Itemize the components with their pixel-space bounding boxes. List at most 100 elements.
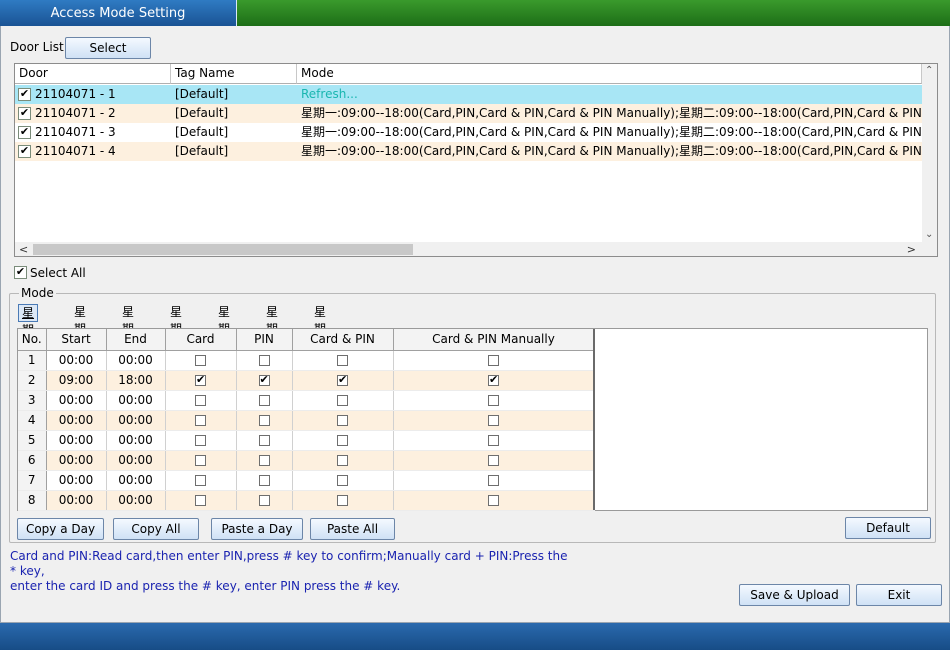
mode-checkbox[interactable] — [258, 395, 270, 406]
day-tab[interactable]: 星期四 — [166, 304, 186, 353]
mode-checkbox[interactable] — [337, 455, 348, 466]
select-button[interactable]: Select — [65, 37, 151, 59]
door-checkbox[interactable]: ✔ — [18, 144, 31, 158]
start-time-cell[interactable]: 09:00 — [46, 370, 107, 391]
schedule-row: 6 00:00 00:00 — [18, 450, 595, 471]
door-name: 21104071 - 2 — [35, 106, 116, 120]
start-time-cell[interactable]: 00:00 — [46, 490, 107, 511]
mode-checkbox[interactable]: ✔ — [488, 373, 499, 386]
chevron-down-icon[interactable]: ⌄ — [925, 229, 933, 240]
door-row[interactable]: ✔ 21104071 - 4 [Default] 星期一:09:00--18:00(C… — [15, 142, 922, 161]
start-time-cell[interactable]: 00:00 — [46, 350, 107, 371]
mode-checkbox[interactable]: ✔ — [337, 373, 348, 386]
mode-checkbox[interactable]: ✔ — [195, 373, 206, 386]
start-time-cell[interactable]: 00:00 — [46, 390, 107, 411]
column-header-tag-name[interactable]: Tag Name — [171, 64, 297, 84]
end-time-cell[interactable]: 00:00 — [106, 350, 166, 371]
door-row[interactable]: ✔ 21104071 - 2 [Default] 星期一:09:00--18:00(C… — [15, 104, 922, 123]
day-tab[interactable]: 星期日 — [310, 304, 330, 353]
end-time-cell[interactable]: 00:00 — [106, 450, 166, 471]
mode-checkbox[interactable] — [488, 495, 499, 506]
chevron-right-icon[interactable]: > — [907, 242, 916, 256]
tag-name-cell: [Default] — [175, 144, 229, 158]
end-time-cell[interactable]: 00:00 — [106, 390, 166, 411]
end-time-cell[interactable]: 00:00 — [106, 430, 166, 451]
start-time-cell[interactable]: 00:00 — [46, 430, 107, 451]
mode-checkbox[interactable] — [258, 495, 270, 506]
mode-card-pin-cell — [292, 410, 394, 431]
mode-checkbox[interactable] — [337, 415, 348, 426]
paste-a-day-button[interactable]: Paste a Day — [211, 518, 303, 540]
start-time-cell[interactable]: 00:00 — [46, 450, 107, 471]
door-checkbox[interactable]: ✔ — [18, 106, 31, 120]
mode-card-cell — [165, 450, 237, 471]
save-upload-button[interactable]: Save & Upload — [739, 584, 850, 606]
mode-checkbox[interactable] — [337, 435, 348, 446]
day-tab[interactable]: 星期六 — [262, 304, 282, 353]
door-checkbox[interactable]: ✔ — [18, 87, 31, 101]
column-header-door[interactable]: Door — [15, 64, 171, 84]
mode-checkbox[interactable] — [337, 395, 348, 406]
end-time-cell[interactable]: 00:00 — [106, 470, 166, 491]
mode-card-pin-cell — [292, 470, 394, 491]
mode-card-cell — [165, 470, 237, 491]
mode-checkbox[interactable] — [258, 355, 270, 366]
door-checkbox[interactable]: ✔ — [18, 125, 31, 139]
mode-checkbox[interactable] — [337, 475, 348, 486]
tag-name-cell: [Default] — [175, 87, 229, 101]
day-tab[interactable]: 星期五 — [214, 304, 234, 353]
mode-checkbox[interactable] — [488, 415, 499, 426]
chevron-up-icon[interactable]: ⌃ — [925, 65, 933, 76]
mode-checkbox[interactable] — [195, 355, 206, 366]
scrollbar-thumb[interactable] — [33, 244, 413, 255]
door-table[interactable]: Door Tag Name Mode ✔ 21104071 - 1 [Default… — [14, 63, 938, 257]
mode-checkbox[interactable] — [488, 455, 499, 466]
mode-checkbox[interactable] — [488, 355, 499, 366]
day-tab[interactable]: 星期三 — [118, 304, 138, 353]
checkmark-icon: ✔ — [19, 87, 30, 100]
row-number: 5 — [18, 430, 47, 451]
mode-checkbox[interactable] — [195, 435, 206, 446]
door-row[interactable]: ✔ 21104071 - 3 [Default] 星期一:09:00--18:00(C… — [15, 123, 922, 142]
mode-checkbox[interactable] — [337, 355, 348, 366]
mode-checkbox[interactable] — [258, 435, 270, 446]
door-row[interactable]: ✔ 21104071 - 1 [Default] Refresh... — [15, 85, 922, 104]
mode-checkbox[interactable] — [258, 455, 270, 466]
copy-all-button[interactable]: Copy All — [113, 518, 199, 540]
mode-checkbox[interactable] — [195, 455, 206, 466]
mode-checkbox[interactable] — [488, 475, 499, 486]
checkmark-icon: ✔ — [489, 373, 499, 386]
column-header-mode[interactable]: Mode — [297, 64, 922, 84]
mode-checkbox[interactable] — [488, 435, 499, 446]
day-tab[interactable]: 星期一 — [18, 304, 39, 354]
start-time-cell[interactable]: 00:00 — [46, 410, 107, 431]
door-cell: ✔ 21104071 - 3 — [18, 123, 170, 142]
select-all-box[interactable]: ✔ — [14, 265, 27, 279]
mode-checkbox[interactable] — [195, 415, 206, 426]
mode-checkbox[interactable]: ✔ — [258, 373, 270, 386]
checkmark-icon: ✔ — [19, 106, 30, 119]
paste-all-button[interactable]: Paste All — [310, 518, 395, 540]
mode-card-cell — [165, 490, 237, 511]
exit-button[interactable]: Exit — [856, 584, 942, 606]
end-time-cell[interactable]: 00:00 — [106, 490, 166, 511]
end-time-cell[interactable]: 18:00 — [106, 370, 166, 391]
vertical-scrollbar[interactable]: ⌃ ⌄ — [922, 64, 937, 242]
mode-checkbox[interactable] — [195, 395, 206, 406]
default-button[interactable]: Default — [845, 517, 931, 539]
end-time-cell[interactable]: 00:00 — [106, 410, 166, 431]
chevron-left-icon[interactable]: < — [19, 242, 28, 256]
mode-checkbox[interactable] — [258, 475, 270, 486]
mode-checkbox[interactable] — [258, 415, 270, 426]
mode-checkbox[interactable] — [337, 495, 348, 506]
mode-checkbox[interactable] — [195, 475, 206, 486]
day-tab[interactable]: 星期二 — [70, 304, 90, 353]
mode-checkbox[interactable] — [195, 495, 206, 506]
horizontal-scrollbar[interactable]: < > — [15, 242, 937, 256]
copy-a-day-button[interactable]: Copy a Day — [17, 518, 104, 540]
door-name: 21104071 - 1 — [35, 87, 116, 101]
mode-checkbox[interactable] — [488, 395, 499, 406]
start-time-cell[interactable]: 00:00 — [46, 470, 107, 491]
mode-manual-cell — [393, 470, 595, 491]
select-all-checkbox[interactable]: ✔ Select All — [14, 265, 86, 280]
